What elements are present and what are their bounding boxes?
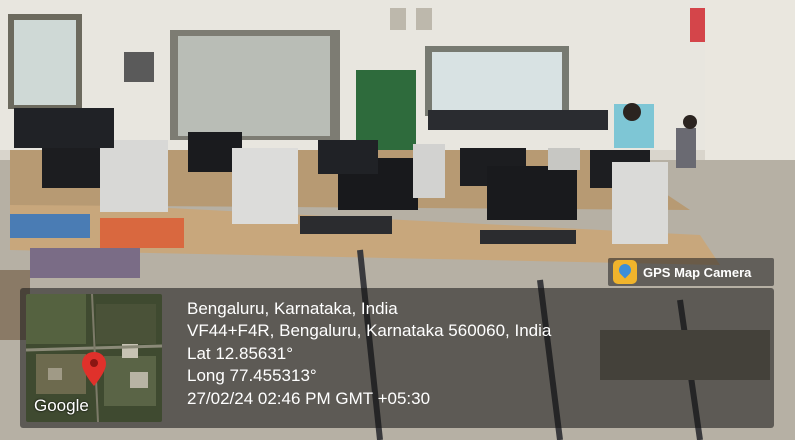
geotag-info: Bengaluru, Karnataka, India VF44+F4R, Be… bbox=[187, 298, 551, 410]
gps-map-camera-badge: GPS Map Camera bbox=[608, 258, 774, 286]
gps-map-camera-app-icon bbox=[613, 260, 637, 284]
longitude: Long 77.455313° bbox=[187, 366, 317, 386]
datetime: 27/02/24 02:46 PM GMT +05:30 bbox=[187, 388, 431, 408]
location-title: Bengaluru, Karnataka, India bbox=[187, 299, 398, 318]
satellite-map-thumbnail: Google bbox=[26, 294, 162, 422]
app-name: GPS Map Camera bbox=[643, 264, 752, 280]
address-line: VF44+F4R, Bengaluru, Karnataka 560060, I… bbox=[187, 321, 552, 341]
google-logo: Google bbox=[34, 396, 89, 415]
latitude: Lat 12.85631° bbox=[187, 343, 294, 363]
